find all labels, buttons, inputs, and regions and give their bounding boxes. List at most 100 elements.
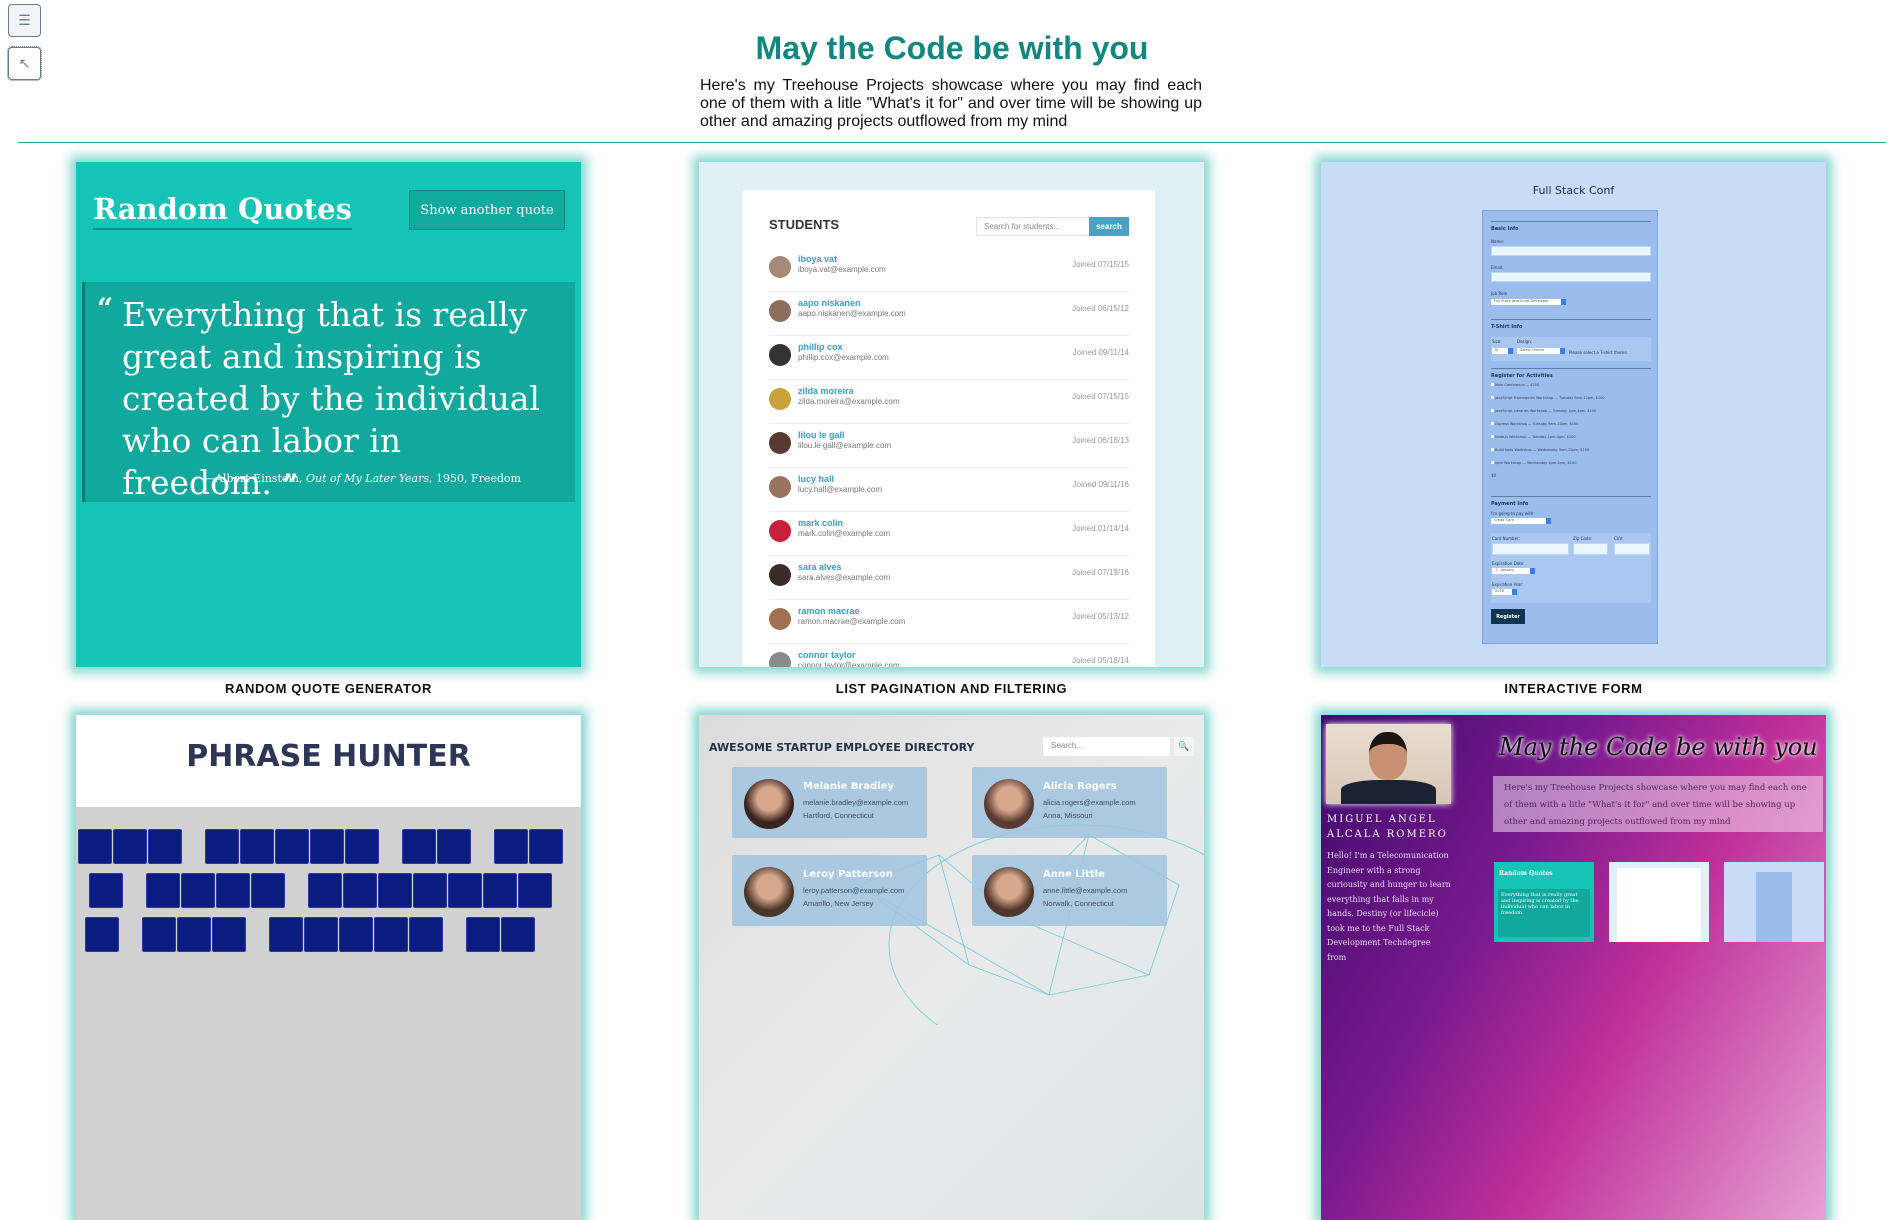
project-card-phrase-hunter[interactable]: PHRASE HUNTER <box>76 715 581 1220</box>
student-name: connor taylor <box>798 650 856 660</box>
letter-tile <box>413 873 447 908</box>
student-name: sara alves <box>798 562 842 572</box>
student-email: zilda.moreira@example.com <box>798 397 900 406</box>
form-section-basic: Basic Info <box>1491 221 1651 232</box>
activity-checkbox: Build tools Workshop — Wednesday 9am-12p… <box>1491 448 1589 452</box>
size-select: M <box>1492 348 1513 354</box>
student-name: phillip cox <box>798 342 843 352</box>
letter-tile <box>205 829 239 864</box>
employee-card: Alicia Rogers alicia.rogers@example.com An… <box>972 767 1167 838</box>
letter-tile <box>448 873 482 908</box>
student-name: ramon macrae <box>798 606 860 616</box>
activities-total: $0 <box>1491 473 1497 478</box>
student-email: mark.colin@example.com <box>798 529 891 538</box>
letter-tile <box>85 917 119 952</box>
student-email: lilou.le gall@example.com <box>798 441 892 450</box>
student-joined: Joined 09/11/14 <box>1072 348 1129 357</box>
student-name: iboya vat <box>798 254 838 264</box>
project-card-list-pagination[interactable]: STUDENTS Search for students... search i… <box>699 162 1204 667</box>
design-select: Select Theme <box>1517 348 1565 354</box>
student-avatar <box>769 300 791 322</box>
intro-text: Here's my Treehouse Projects showcase wh… <box>700 77 1202 130</box>
project-card-interactive-form[interactable]: Full Stack Conf Basic Info Name: Email: … <box>1321 162 1826 667</box>
letter-tile <box>494 829 528 864</box>
student-row: zilda moreira zilda.moreira@example.com Jo… <box>769 380 1129 424</box>
portfolio-name: MIGUEL ANGEL ALCALA ROMERO <box>1327 814 1448 840</box>
card-number-input <box>1492 543 1569 555</box>
tshirt-box <box>1491 337 1651 361</box>
caption-interactive-form: INTERACTIVE FORM <box>1504 681 1643 696</box>
directory-title: AWESOME STARTUP EMPLOYEE DIRECTORY <box>709 741 975 754</box>
employee-location: Hartford, Connecticut <box>803 811 874 820</box>
employee-email: leroy.patterson@example.com <box>803 886 905 895</box>
employee-name: Anne Little <box>1043 869 1105 880</box>
project-card-random-quote[interactable]: Random Quotes Show another quote “ Every… <box>76 162 581 667</box>
letter-tile <box>483 873 517 908</box>
student-joined: Joined 01/14/14 <box>1072 524 1129 533</box>
letter-tile <box>437 829 471 864</box>
student-email: iboya.vat@example.com <box>798 265 886 274</box>
mini-random-quote: Random Quotes Everything that is really … <box>1494 862 1594 942</box>
letter-tile <box>240 829 274 864</box>
student-row: phillip cox phillip.cox@example.com Joined… <box>769 336 1129 380</box>
card-number-label: Card Number: <box>1492 536 1520 541</box>
employee-email: melanie.bradley@example.com <box>803 798 909 807</box>
profile-photo <box>1326 724 1451 804</box>
name-input <box>1491 246 1651 256</box>
student-joined: Joined 06/15/12 <box>1072 304 1129 313</box>
pay-select: Credit Card <box>1491 518 1551 524</box>
caption-list-pagination: LIST PAGINATION AND FILTERING <box>835 681 1068 696</box>
phrase-hunter-title: PHRASE HUNTER <box>186 739 471 774</box>
job-select: Full Stack JavaScript Developer <box>1491 299 1566 305</box>
page-title: May the Code be with you <box>755 30 1149 66</box>
student-row: iboya vat iboya.vat@example.com Joined 07/… <box>769 248 1129 292</box>
employee-name: Alicia Rogers <box>1043 781 1117 792</box>
letter-tile <box>113 829 147 864</box>
form-section-activities: Register for Activities <box>1491 368 1651 379</box>
rq-show-quote-button: Show another quote <box>409 190 565 230</box>
open-quote-icon: “ <box>97 292 114 325</box>
letter-tile <box>529 829 563 864</box>
portfolio-bio: Hello! I'm a Telecomunication Engineer w… <box>1327 851 1451 962</box>
student-email: lucy.hall@example.com <box>798 485 883 494</box>
project-card-portfolio[interactable]: MIGUEL ANGEL ALCALA ROMERO Hello! I'm a T… <box>1321 715 1826 1220</box>
header-divider <box>18 142 1886 143</box>
mini-form <box>1724 862 1824 942</box>
employee-avatar <box>984 779 1034 829</box>
letter-tile <box>345 829 379 864</box>
letter-tile <box>466 917 500 952</box>
form-section-tshirt: T-Shirt Info <box>1491 319 1651 330</box>
letter-tile <box>251 873 285 908</box>
students-search-button: search <box>1089 217 1129 236</box>
form-title: Full Stack Conf <box>1532 184 1615 197</box>
student-joined: Joined 05/13/12 <box>1072 612 1129 621</box>
student-avatar <box>769 608 791 630</box>
letter-tile <box>518 873 552 908</box>
employee-card: Leroy Patterson leroy.patterson@example.c… <box>732 855 927 926</box>
size-label: Size: <box>1492 339 1502 344</box>
activity-checkbox: JavaScript Libraries Workshop — Tuesday … <box>1491 409 1596 413</box>
employee-avatar <box>984 867 1034 917</box>
mini-student-list <box>1609 862 1709 942</box>
student-avatar <box>769 564 791 586</box>
email-input <box>1491 272 1651 282</box>
rq-source: —Albert Einstein, Out of My Later Years,… <box>203 472 521 485</box>
register-button: Register <box>1491 609 1525 624</box>
student-joined: Joined 05/18/14 <box>1072 656 1129 665</box>
letter-tile <box>78 829 112 864</box>
letter-tile <box>142 917 176 952</box>
zip-input <box>1573 543 1608 555</box>
students-search-input: Search for students... <box>976 217 1090 236</box>
employee-name: Melanie Bradley <box>803 781 894 792</box>
student-row: connor taylor connor.taylor@example.com Jo… <box>769 644 1129 667</box>
student-avatar <box>769 388 791 410</box>
employee-email: anne.little@example.com <box>1043 886 1128 895</box>
letter-tile <box>310 829 344 864</box>
employee-email: alicia.rogers@example.com <box>1043 798 1136 807</box>
employee-location: Amarillo, New Jersey <box>803 899 874 908</box>
project-card-employee-directory[interactable]: AWESOME STARTUP EMPLOYEE DIRECTORY Searc… <box>699 715 1204 1220</box>
letter-tile <box>148 829 182 864</box>
exp-date-label: Expiration Date: <box>1492 561 1525 566</box>
cvv-label: CVV: <box>1614 536 1624 541</box>
theme-hint: Please select a T-shirt theme. <box>1569 350 1629 355</box>
